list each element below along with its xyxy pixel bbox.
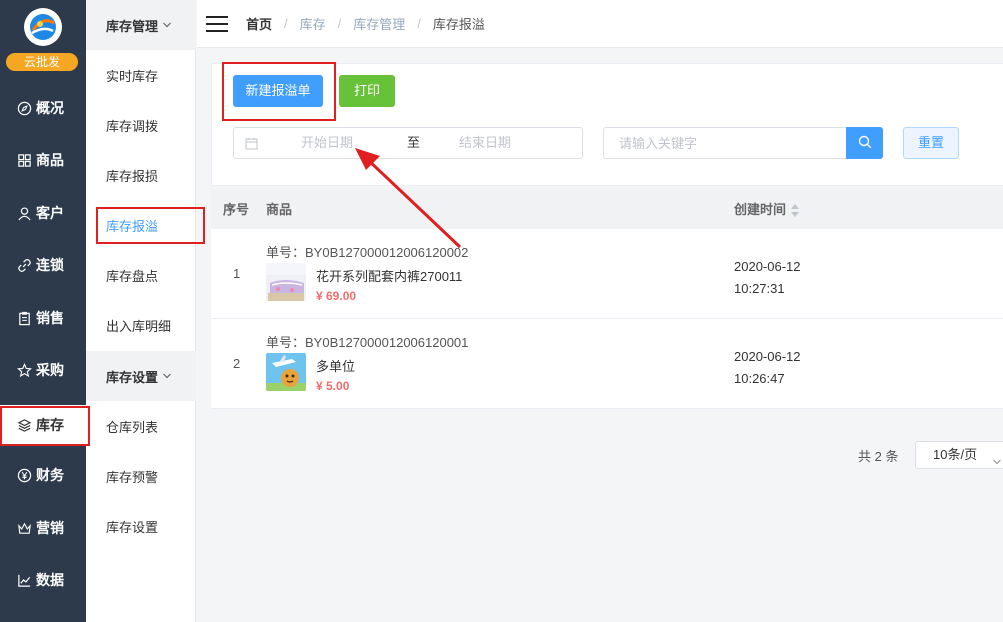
breadcrumb-home[interactable]: 首页 <box>246 14 272 33</box>
nav-item-customers[interactable]: 客户 <box>0 193 86 233</box>
breadcrumb-current: 库存报溢 <box>432 17 485 32</box>
nav-item-goods[interactable]: 商品 <box>0 140 86 180</box>
sub-item-stock-settings[interactable]: 库存设置 <box>86 501 196 551</box>
nav-item-label: 连锁 <box>36 257 64 273</box>
date-range-picker[interactable]: 开始日期 至 结束日期 <box>233 127 583 159</box>
search-button[interactable] <box>846 127 883 159</box>
column-header-product: 商品 <box>266 202 293 217</box>
brand-logo[interactable]: 云批发 <box>0 0 86 76</box>
nav-item-overview[interactable]: 概况 <box>0 88 86 128</box>
sub-item-warehouse-list[interactable]: 仓库列表 <box>86 401 196 451</box>
link-icon <box>16 257 32 273</box>
crown-icon <box>16 520 32 536</box>
nav-item-chain[interactable]: 连锁 <box>0 245 86 285</box>
nav-item-label: 商品 <box>36 152 64 168</box>
chevron-down-icon <box>162 20 172 30</box>
star-icon <box>16 362 32 378</box>
compass-icon <box>16 100 32 116</box>
created-date: 2020-06-12 <box>734 349 801 364</box>
start-date-input[interactable]: 开始日期 <box>301 128 353 158</box>
column-header-index: 序号 <box>223 202 250 217</box>
sub-item-inout-detail[interactable]: 出入库明细 <box>86 300 196 350</box>
breadcrumb-inventory[interactable]: 库存 <box>300 14 326 33</box>
created-clock: 10:26:47 <box>734 371 785 386</box>
breadcrumb-separator: / <box>337 16 342 31</box>
annotation-box-overflow-subnav <box>96 207 205 244</box>
product-price: ¥ 5.00 <box>316 379 350 393</box>
print-button[interactable]: 打印 <box>339 75 395 107</box>
table-row[interactable]: 1 单号：BY0B127000012006120002 花开系列配套内裤2700… <box>211 229 1003 319</box>
sub-item-stock-loss[interactable]: 库存报损 <box>86 150 196 200</box>
nav-item-purchase[interactable]: 采购 <box>0 350 86 390</box>
search-icon <box>858 135 872 152</box>
brand-badge: 云批发 <box>6 53 78 71</box>
product-price: ¥ 69.00 <box>316 289 357 303</box>
date-range-separator: 至 <box>407 135 421 150</box>
chevron-down-icon <box>162 371 172 381</box>
chart-icon <box>16 572 32 588</box>
created-time: 2020-06-12 10:26:47 <box>734 346 801 390</box>
sub-item-realtime-stock[interactable]: 实时库存 <box>86 50 196 100</box>
created-time: 2020-06-12 10:27:31 <box>734 256 801 300</box>
nav-item-label: 营销 <box>36 520 64 536</box>
created-date: 2020-06-12 <box>734 259 801 274</box>
sub-item-stock-alert[interactable]: 库存预警 <box>86 451 196 501</box>
sub-group-label: 库存设置 <box>106 369 159 385</box>
product-thumbnail[interactable] <box>266 353 306 391</box>
annotation-box-new-button <box>222 62 336 121</box>
row-index: 1 <box>233 266 241 281</box>
breadcrumb-separator: / <box>417 16 421 31</box>
reset-button[interactable]: 重置 <box>903 127 959 159</box>
nav-item-sales[interactable]: 销售 <box>0 298 86 338</box>
clipboard-icon <box>16 310 32 326</box>
sub-group-inventory-management[interactable]: 库存管理 <box>86 0 196 50</box>
grid-icon <box>16 152 32 168</box>
table-row[interactable]: 2 单号：BY0B127000012006120001 多单位 ¥ 5.00 2… <box>211 319 1003 409</box>
product-thumbnail[interactable] <box>266 263 306 301</box>
nav-item-data[interactable]: 数据 <box>0 560 86 600</box>
created-clock: 10:27:31 <box>734 281 785 296</box>
order-number: 单号：BY0B127000012006120001 <box>266 335 469 350</box>
column-header-created[interactable]: 创建时间 <box>734 190 800 229</box>
product-name[interactable]: 多单位 <box>316 356 355 375</box>
main-nav: 云批发 概况 商品 客户 连锁 销售 采购 库存 财务 营销 数据 <box>0 0 86 622</box>
page-size-value: 10条/页 <box>933 447 978 462</box>
row-index: 2 <box>233 356 241 371</box>
nav-item-label: 客户 <box>36 205 64 221</box>
menu-toggle-icon[interactable] <box>206 15 228 32</box>
sub-item-stock-transfer[interactable]: 库存调拨 <box>86 100 196 150</box>
overflow-order-table: 序号 商品 创建时间 1 单号：BY0B127000012006120002 花… <box>211 190 1003 409</box>
main-content: 新建报溢单 打印 开始日期 至 结束日期 重置 序号 商品 创建时间 1 单号：… <box>197 48 1003 622</box>
order-number: 单号：BY0B127000012006120002 <box>266 245 469 260</box>
pagination-total: 共 2 条 <box>858 449 899 464</box>
nav-item-label: 采购 <box>36 362 64 378</box>
nav-item-label: 财务 <box>36 467 64 483</box>
product-name[interactable]: 花开系列配套内裤270011 <box>316 266 462 285</box>
page-size-select[interactable]: 10条/页 <box>915 441 1003 469</box>
sort-icon[interactable] <box>790 203 800 218</box>
calendar-icon <box>245 137 258 150</box>
column-header-created-label: 创建时间 <box>734 202 787 217</box>
chevron-down-icon <box>992 450 1002 465</box>
nav-item-label: 数据 <box>36 572 64 588</box>
breadcrumb-separator: / <box>284 16 288 31</box>
annotation-box-inventory-nav <box>0 406 90 446</box>
logo-icon <box>24 8 62 46</box>
nav-item-label: 概况 <box>36 100 64 116</box>
nav-item-label: 销售 <box>36 310 64 326</box>
user-icon <box>16 205 32 221</box>
nav-item-marketing[interactable]: 营销 <box>0 508 86 548</box>
sub-item-stock-count[interactable]: 库存盘点 <box>86 250 196 300</box>
table-header: 序号 商品 创建时间 <box>211 190 1003 229</box>
end-date-input[interactable]: 结束日期 <box>459 128 511 158</box>
sub-nav: 库存管理 实时库存 库存调拨 库存报损 库存报溢 库存盘点 出入库明细 库存设置… <box>86 0 196 622</box>
sub-group-inventory-settings[interactable]: 库存设置 <box>86 351 196 401</box>
yen-circle-icon <box>16 467 32 483</box>
breadcrumb-inventory-management[interactable]: 库存管理 <box>353 14 405 33</box>
top-header: 首页 / 库存 / 库存管理 / 库存报溢 <box>197 0 1003 48</box>
keyword-search-input[interactable] <box>603 127 846 159</box>
sub-group-label: 库存管理 <box>106 18 159 34</box>
nav-item-finance[interactable]: 财务 <box>0 455 86 495</box>
